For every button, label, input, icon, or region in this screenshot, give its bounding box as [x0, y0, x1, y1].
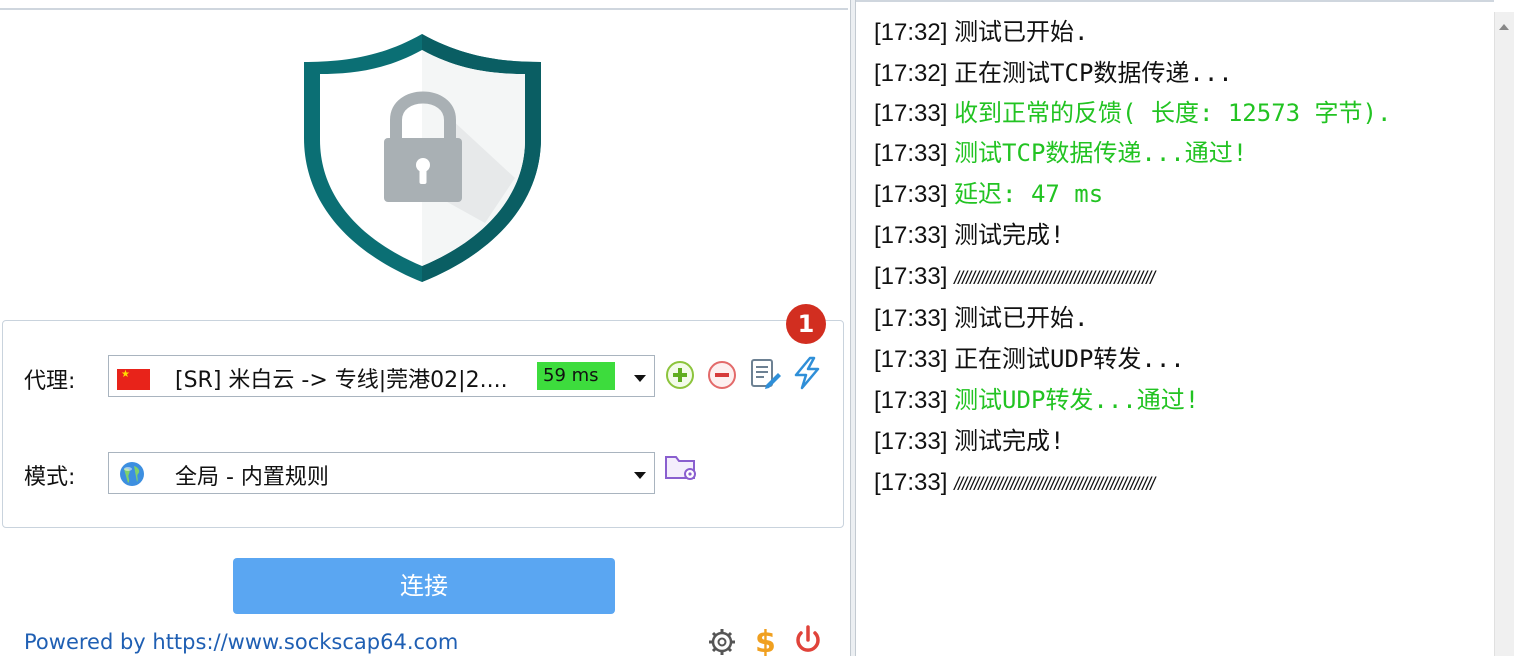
proxy-label: 代理: — [24, 369, 76, 394]
power-icon[interactable] — [792, 624, 824, 656]
log-entry: [17:33] 延迟: 47 ms — [874, 174, 1484, 215]
log-panel: [17:32] 测试已开始. [17:32] 正在测试TCP数据传递... [17:… — [856, 0, 1494, 656]
log-message: 正在测试UDP转发... — [954, 345, 1185, 373]
log-message: 测试完成! — [954, 427, 1065, 455]
log-entry: [17:32] 测试已开始. — [874, 12, 1484, 53]
proxy-select[interactable]: ★ [SR] 米白云 -> 专线|莞港02|2.... 59 ms — [108, 355, 655, 397]
log-timestamp: [17:33] — [874, 100, 955, 127]
log-scrollbar[interactable] — [1494, 12, 1514, 656]
log-message: 测试已开始. — [954, 18, 1089, 46]
log-timestamp: [17:32] — [874, 19, 955, 46]
top-divider — [0, 8, 848, 10]
log-message: 收到正常的反馈( 长度: 12573 字节). — [954, 99, 1392, 127]
svg-text:$: $ — [755, 625, 776, 656]
globe-icon — [120, 462, 144, 486]
settings-group — [2, 320, 844, 528]
log-message: 测试已开始. — [954, 304, 1089, 332]
mode-select[interactable]: 全局 - 内置规则 — [108, 452, 655, 494]
log-entry: [17:33] 测试已开始. — [874, 298, 1484, 339]
log-entry: [17:33] 收到正常的反馈( 长度: 12573 字节). — [874, 94, 1484, 133]
log-timestamp: [17:33] — [874, 305, 955, 332]
edit-icon[interactable] — [748, 357, 782, 391]
add-icon[interactable] — [664, 359, 696, 391]
mode-label: 模式: — [24, 465, 76, 490]
remove-icon[interactable] — [706, 359, 738, 391]
log-message: 延迟: 47 ms — [954, 180, 1104, 208]
log-message: ////////////////////////////////////////… — [954, 474, 1155, 494]
log-list: [17:32] 测试已开始. [17:32] 正在测试TCP数据传递... [17:… — [874, 12, 1484, 504]
speed-test-icon[interactable] — [792, 356, 822, 390]
chevron-down-icon[interactable] — [634, 375, 646, 382]
log-message: ////////////////////////////////////////… — [954, 268, 1155, 288]
log-entry: [17:33] ////////////////////////////////… — [874, 462, 1484, 504]
log-timestamp: [17:33] — [874, 222, 955, 249]
log-timestamp: [17:32] — [874, 60, 955, 87]
log-timestamp: [17:33] — [874, 140, 955, 167]
log-message: 测试完成! — [954, 221, 1065, 249]
log-entry: [17:33] 测试UDP转发...通过! — [874, 380, 1484, 421]
scroll-up-arrow-icon[interactable] — [1499, 24, 1509, 30]
log-timestamp: [17:33] — [874, 181, 955, 208]
log-timestamp: [17:33] — [874, 428, 955, 455]
log-message: 测试UDP转发...通过! — [954, 386, 1200, 414]
log-timestamp: [17:33] — [874, 263, 955, 290]
connect-button[interactable]: 连接 — [233, 558, 615, 614]
log-entry: [17:33] 测试TCP数据传递...通过! — [874, 133, 1484, 174]
log-entry: [17:33] 测试完成! — [874, 421, 1484, 462]
log-entry: [17:33] 正在测试UDP转发... — [874, 339, 1484, 380]
china-flag-icon: ★ — [117, 369, 150, 390]
log-message: 测试TCP数据传递...通过! — [954, 139, 1248, 167]
step-badge: 1 — [786, 304, 826, 344]
mode-value: 全局 - 内置规则 — [175, 465, 329, 490]
log-message: 正在测试TCP数据传递... — [954, 59, 1233, 87]
log-entry: [17:33] 测试完成! — [874, 215, 1484, 256]
powered-by-link[interactable]: Powered by https://www.sockscap64.com — [24, 630, 458, 654]
log-timestamp: [17:33] — [874, 469, 955, 496]
latency-badge: 59 ms — [537, 362, 615, 390]
chevron-down-icon[interactable] — [634, 472, 646, 479]
main-panel: 代理: ★ [SR] 米白云 -> 专线|莞港02|2.... 59 ms 1 … — [0, 0, 850, 656]
gear-icon[interactable] — [706, 626, 738, 656]
log-timestamp: [17:33] — [874, 346, 955, 373]
donate-icon[interactable]: $ — [750, 624, 780, 656]
log-entry: [17:32] 正在测试TCP数据传递... — [874, 53, 1484, 94]
folder-settings-icon[interactable] — [664, 452, 698, 482]
proxy-server-name: [SR] 米白云 -> 专线|莞港02|2.... — [175, 368, 508, 393]
log-entry: [17:33] ////////////////////////////////… — [874, 256, 1484, 298]
log-timestamp: [17:33] — [874, 387, 955, 414]
shield-lock-icon — [304, 34, 541, 282]
